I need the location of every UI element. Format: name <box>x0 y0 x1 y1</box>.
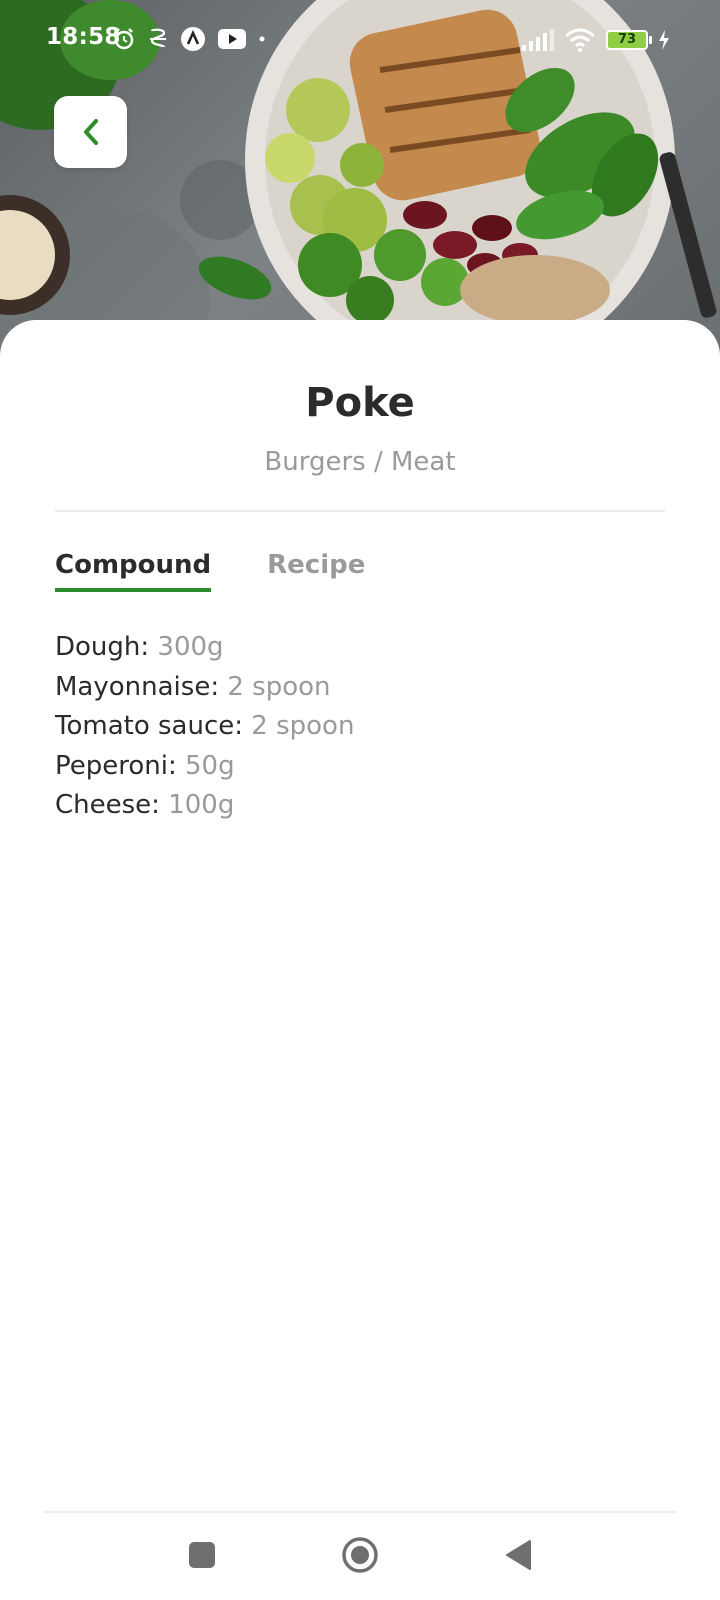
dish-category: Burgers / Meat <box>264 447 456 477</box>
status-right: 73 <box>522 28 670 52</box>
ingredient-quantity: 2 spoon <box>251 711 355 741</box>
system-nav-bar <box>0 1513 720 1600</box>
list-item: Mayonnaise: 2 spoon <box>55 668 354 708</box>
tab-compound[interactable]: Compound <box>55 550 212 592</box>
charging-icon <box>659 30 669 50</box>
app-notification-icon <box>181 27 205 51</box>
list-item: Tomato sauce: 2 spoon <box>55 707 354 747</box>
signal-icon <box>522 29 554 51</box>
tab-recipe[interactable]: Recipe <box>267 550 365 592</box>
status-time: 18:58 <box>46 24 121 50</box>
list-item: Cheese: 100g <box>55 786 354 826</box>
ingredient-name: Cheese: <box>55 790 160 820</box>
chevron-left-icon <box>83 119 98 145</box>
screen: 18:58 73 Poke Burgers / Meat Compound Re… <box>0 0 720 1600</box>
divider <box>55 510 665 512</box>
youtube-icon <box>218 29 246 49</box>
wifi-icon <box>565 28 595 52</box>
ingredient-quantity: 100g <box>168 790 235 820</box>
home-button[interactable] <box>336 1531 384 1579</box>
ingredient-name: Dough: <box>55 632 150 662</box>
system-back-button[interactable] <box>494 1531 542 1579</box>
ingredient-quantity: 2 spoon <box>227 671 331 702</box>
tab-bar: Compound Recipe <box>55 550 365 592</box>
ingredient-list: Dough: 300g Mayonnaise: 2 spoon Tomato s… <box>55 628 354 826</box>
list-item: Peperoni: 50g <box>55 747 354 787</box>
circle-icon <box>342 1537 378 1573</box>
more-notifications-dot-icon <box>259 36 265 42</box>
list-item: Dough: 300g <box>55 628 354 668</box>
triangle-left-icon <box>506 1540 531 1570</box>
ingredient-quantity: 300g <box>157 632 224 662</box>
status-bar: 18:58 73 <box>0 0 720 80</box>
recents-button[interactable] <box>178 1531 226 1579</box>
ingredient-quantity: 50g <box>185 750 235 781</box>
ingredient-name: Mayonnaise: <box>55 671 220 702</box>
notification-icons <box>112 26 266 52</box>
square-icon <box>189 1542 215 1568</box>
sim-icon <box>150 28 166 49</box>
detail-card: Poke Burgers / Meat Compound Recipe Doug… <box>0 320 720 1510</box>
back-button[interactable] <box>54 96 127 168</box>
ingredient-name: Peperoni: <box>55 750 177 781</box>
battery-icon: 73 <box>606 30 652 50</box>
alarm-icon <box>114 28 134 50</box>
dish-title: Poke <box>305 380 415 426</box>
ingredient-name: Tomato sauce: <box>55 711 244 741</box>
